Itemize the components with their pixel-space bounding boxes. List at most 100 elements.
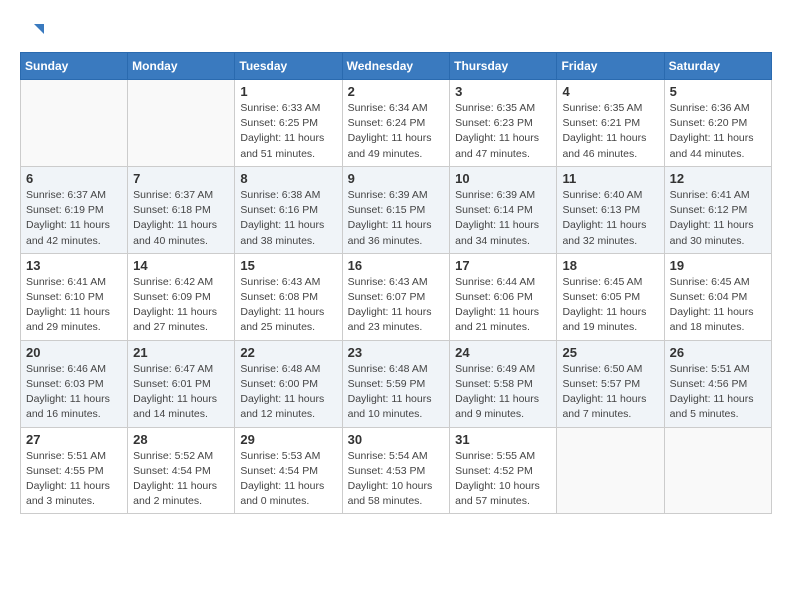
- day-number: 29: [240, 432, 336, 447]
- day-info: Sunrise: 5:53 AM Sunset: 4:54 PM Dayligh…: [240, 449, 336, 510]
- day-number: 7: [133, 171, 229, 186]
- day-number: 20: [26, 345, 122, 360]
- day-number: 27: [26, 432, 122, 447]
- calendar-cell: 4 Sunrise: 6:35 AM Sunset: 6:21 PM Daylig…: [557, 80, 664, 167]
- day-number: 10: [455, 171, 551, 186]
- day-info: Sunrise: 6:35 AM Sunset: 6:21 PM Dayligh…: [562, 101, 658, 162]
- day-number: 31: [455, 432, 551, 447]
- day-number: 13: [26, 258, 122, 273]
- logo: [20, 20, 44, 42]
- header-monday: Monday: [128, 53, 235, 80]
- calendar-week-4: 20Sunrise: 6:46 AM Sunset: 6:03 PM Dayli…: [21, 340, 772, 427]
- day-number: 15: [240, 258, 336, 273]
- calendar-cell: 16Sunrise: 6:43 AM Sunset: 6:07 PM Dayli…: [342, 253, 450, 340]
- calendar-cell: 20Sunrise: 6:46 AM Sunset: 6:03 PM Dayli…: [21, 340, 128, 427]
- day-number: 16: [348, 258, 445, 273]
- day-number: 9: [348, 171, 445, 186]
- day-number: 8: [240, 171, 336, 186]
- calendar-week-5: 27 Sunrise: 5:51 AM Sunset: 4:55 PM Dayli…: [21, 427, 772, 514]
- header-friday: Friday: [557, 53, 664, 80]
- calendar-cell: 10 Sunrise: 6:39 AM Sunset: 6:14 PM Dayli…: [450, 166, 557, 253]
- calendar-cell: 24Sunrise: 6:49 AM Sunset: 5:58 PM Dayli…: [450, 340, 557, 427]
- calendar-week-1: 1 Sunrise: 6:33 AM Sunset: 6:25 PM Daylig…: [21, 80, 772, 167]
- day-info: Sunrise: 6:37 AM Sunset: 6:19 PM Dayligh…: [26, 188, 122, 249]
- calendar-cell: 18 Sunrise: 6:45 AM Sunset: 6:05 PM Dayli…: [557, 253, 664, 340]
- calendar-cell: 26Sunrise: 5:51 AM Sunset: 4:56 PM Dayli…: [664, 340, 771, 427]
- header-saturday: Saturday: [664, 53, 771, 80]
- day-info: Sunrise: 6:50 AM Sunset: 5:57 PM Dayligh…: [562, 362, 658, 423]
- day-info: Sunrise: 5:51 AM Sunset: 4:55 PM Dayligh…: [26, 449, 122, 510]
- day-info: Sunrise: 6:42 AM Sunset: 6:09 PM Dayligh…: [133, 275, 229, 336]
- day-number: 17: [455, 258, 551, 273]
- day-info: Sunrise: 6:40 AM Sunset: 6:13 PM Dayligh…: [562, 188, 658, 249]
- header-sunday: Sunday: [21, 53, 128, 80]
- calendar-cell: 3Sunrise: 6:35 AM Sunset: 6:23 PM Daylig…: [450, 80, 557, 167]
- day-number: 14: [133, 258, 229, 273]
- day-number: 19: [670, 258, 766, 273]
- calendar-cell: 1 Sunrise: 6:33 AM Sunset: 6:25 PM Daylig…: [235, 80, 342, 167]
- day-number: 18: [562, 258, 658, 273]
- day-info: Sunrise: 6:34 AM Sunset: 6:24 PM Dayligh…: [348, 101, 445, 162]
- day-info: Sunrise: 6:39 AM Sunset: 6:14 PM Dayligh…: [455, 188, 551, 249]
- day-number: 23: [348, 345, 445, 360]
- day-info: Sunrise: 6:33 AM Sunset: 6:25 PM Dayligh…: [240, 101, 336, 162]
- calendar-cell: 28 Sunrise: 5:52 AM Sunset: 4:54 PM Dayli…: [128, 427, 235, 514]
- logo-general: [20, 20, 44, 42]
- day-info: Sunrise: 6:45 AM Sunset: 6:04 PM Dayligh…: [670, 275, 766, 336]
- day-number: 25: [562, 345, 658, 360]
- day-info: Sunrise: 6:44 AM Sunset: 6:06 PM Dayligh…: [455, 275, 551, 336]
- calendar-cell: 2 Sunrise: 6:34 AM Sunset: 6:24 PM Daylig…: [342, 80, 450, 167]
- calendar-cell: 23 Sunrise: 6:48 AM Sunset: 5:59 PM Dayli…: [342, 340, 450, 427]
- calendar-table: SundayMondayTuesdayWednesdayThursdayFrid…: [20, 52, 772, 514]
- day-number: 24: [455, 345, 551, 360]
- calendar-cell: 21 Sunrise: 6:47 AM Sunset: 6:01 PM Dayli…: [128, 340, 235, 427]
- day-number: 4: [562, 84, 658, 99]
- day-number: 12: [670, 171, 766, 186]
- calendar-cell: [128, 80, 235, 167]
- calendar-week-3: 13 Sunrise: 6:41 AM Sunset: 6:10 PM Dayli…: [21, 253, 772, 340]
- day-info: Sunrise: 6:41 AM Sunset: 6:10 PM Dayligh…: [26, 275, 122, 336]
- day-info: Sunrise: 5:55 AM Sunset: 4:52 PM Dayligh…: [455, 449, 551, 510]
- logo-icon: [22, 20, 44, 42]
- calendar-cell: [21, 80, 128, 167]
- day-info: Sunrise: 6:47 AM Sunset: 6:01 PM Dayligh…: [133, 362, 229, 423]
- day-number: 6: [26, 171, 122, 186]
- day-info: Sunrise: 6:48 AM Sunset: 6:00 PM Dayligh…: [240, 362, 336, 423]
- calendar-cell: 7Sunrise: 6:37 AM Sunset: 6:18 PM Daylig…: [128, 166, 235, 253]
- day-info: Sunrise: 5:52 AM Sunset: 4:54 PM Dayligh…: [133, 449, 229, 510]
- day-info: Sunrise: 6:48 AM Sunset: 5:59 PM Dayligh…: [348, 362, 445, 423]
- day-info: Sunrise: 6:45 AM Sunset: 6:05 PM Dayligh…: [562, 275, 658, 336]
- calendar-header-row: SundayMondayTuesdayWednesdayThursdayFrid…: [21, 53, 772, 80]
- header-tuesday: Tuesday: [235, 53, 342, 80]
- calendar-cell: 11Sunrise: 6:40 AM Sunset: 6:13 PM Dayli…: [557, 166, 664, 253]
- day-number: 22: [240, 345, 336, 360]
- calendar-cell: 22 Sunrise: 6:48 AM Sunset: 6:00 PM Dayli…: [235, 340, 342, 427]
- day-number: 3: [455, 84, 551, 99]
- calendar-cell: 30Sunrise: 5:54 AM Sunset: 4:53 PM Dayli…: [342, 427, 450, 514]
- day-info: Sunrise: 6:39 AM Sunset: 6:15 PM Dayligh…: [348, 188, 445, 249]
- day-number: 30: [348, 432, 445, 447]
- header-thursday: Thursday: [450, 53, 557, 80]
- day-info: Sunrise: 6:36 AM Sunset: 6:20 PM Dayligh…: [670, 101, 766, 162]
- header-wednesday: Wednesday: [342, 53, 450, 80]
- calendar-cell: 25 Sunrise: 6:50 AM Sunset: 5:57 PM Dayli…: [557, 340, 664, 427]
- day-info: Sunrise: 6:43 AM Sunset: 6:08 PM Dayligh…: [240, 275, 336, 336]
- day-number: 26: [670, 345, 766, 360]
- day-number: 28: [133, 432, 229, 447]
- calendar-cell: 17 Sunrise: 6:44 AM Sunset: 6:06 PM Dayli…: [450, 253, 557, 340]
- day-info: Sunrise: 6:38 AM Sunset: 6:16 PM Dayligh…: [240, 188, 336, 249]
- day-number: 1: [240, 84, 336, 99]
- day-info: Sunrise: 6:41 AM Sunset: 6:12 PM Dayligh…: [670, 188, 766, 249]
- calendar-week-2: 6 Sunrise: 6:37 AM Sunset: 6:19 PM Daylig…: [21, 166, 772, 253]
- calendar-cell: 15 Sunrise: 6:43 AM Sunset: 6:08 PM Dayli…: [235, 253, 342, 340]
- calendar-cell: [557, 427, 664, 514]
- calendar-cell: 8 Sunrise: 6:38 AM Sunset: 6:16 PM Daylig…: [235, 166, 342, 253]
- day-number: 2: [348, 84, 445, 99]
- calendar-cell: 19 Sunrise: 6:45 AM Sunset: 6:04 PM Dayli…: [664, 253, 771, 340]
- calendar-cell: 29 Sunrise: 5:53 AM Sunset: 4:54 PM Dayli…: [235, 427, 342, 514]
- day-number: 5: [670, 84, 766, 99]
- day-number: 21: [133, 345, 229, 360]
- page-header: [20, 20, 772, 42]
- calendar-cell: 5 Sunrise: 6:36 AM Sunset: 6:20 PM Daylig…: [664, 80, 771, 167]
- calendar-cell: 13 Sunrise: 6:41 AM Sunset: 6:10 PM Dayli…: [21, 253, 128, 340]
